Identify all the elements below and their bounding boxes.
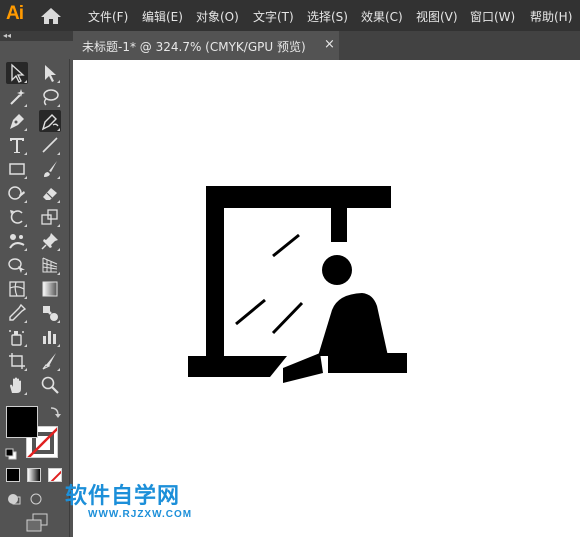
window-left-post[interactable] <box>206 186 224 356</box>
app-logo: Ai <box>6 3 24 24</box>
column-graph-icon[interactable] <box>39 326 61 348</box>
shape-builder-icon[interactable] <box>6 254 28 276</box>
line-icon[interactable] <box>39 134 61 156</box>
menu-file[interactable]: 文件(F) <box>88 8 128 25</box>
document-tab-bar: 未标题-1* @ 324.7% (CMYK/GPU 预览) × <box>73 31 580 60</box>
counter-left[interactable] <box>188 356 287 377</box>
glass-reflection-line[interactable] <box>235 298 266 326</box>
blend-icon[interactable] <box>39 302 61 324</box>
menu-bar: Ai 文件(F) 编辑(E) 对象(O) 文字(T) 选择(S) 效果(C) 视… <box>0 0 580 31</box>
arrow-solid-icon[interactable] <box>39 62 61 84</box>
draw-behind-icon[interactable] <box>28 491 44 507</box>
artboard-icon[interactable] <box>6 350 28 372</box>
menu-window[interactable]: 窗口(W) <box>470 8 515 25</box>
shaper-icon[interactable] <box>6 182 28 204</box>
gradient-icon[interactable] <box>39 278 61 300</box>
glass-reflection-line[interactable] <box>272 233 300 258</box>
close-icon[interactable]: × <box>324 37 335 52</box>
eyedropper-icon[interactable] <box>6 302 28 324</box>
color-mode-button[interactable] <box>6 468 20 482</box>
pin-icon[interactable] <box>39 230 61 252</box>
menu-effect[interactable]: 效果(C) <box>361 8 403 25</box>
zoom-icon[interactable] <box>39 374 61 396</box>
person-body[interactable] <box>318 293 388 356</box>
arrow-outline-icon[interactable] <box>6 62 28 84</box>
none-mode-button[interactable] <box>48 468 62 482</box>
document-tab-label: 未标题-1* @ 324.7% (CMYK/GPU 预览) <box>82 40 306 54</box>
menu-type[interactable]: 文字(T) <box>253 8 294 25</box>
collapse-panel-icon[interactable]: ◂◂ <box>3 31 11 41</box>
draw-normal-icon[interactable] <box>6 491 22 507</box>
gradient-mode-button[interactable] <box>27 468 41 482</box>
window-top-beam[interactable] <box>206 186 391 208</box>
mesh-icon[interactable] <box>6 278 28 300</box>
slice-icon[interactable] <box>39 350 61 372</box>
fill-swatch[interactable] <box>6 406 38 438</box>
type-icon[interactable] <box>6 134 28 156</box>
symbol-sprayer-icon[interactable] <box>6 326 28 348</box>
home-icon[interactable] <box>40 7 62 25</box>
brush-icon[interactable] <box>39 158 61 180</box>
screen-mode-icon[interactable] <box>25 513 49 533</box>
pictogram-group <box>188 186 407 383</box>
hand-icon[interactable] <box>6 374 28 396</box>
scale-icon[interactable] <box>39 206 61 228</box>
artboard-canvas[interactable] <box>73 60 580 537</box>
toolbar <box>1 59 70 537</box>
glass-reflection-line[interactable] <box>271 301 304 335</box>
window-hanging-bar[interactable] <box>331 186 347 242</box>
eraser-icon[interactable] <box>39 182 61 204</box>
watermark-title: 软件自学网 <box>65 484 181 509</box>
puppet-warp-icon[interactable] <box>6 230 28 252</box>
tools-panel-header: ◂◂ <box>0 31 73 41</box>
document-tab[interactable]: 未标题-1* @ 324.7% (CMYK/GPU 预览) × <box>73 31 339 60</box>
menu-help[interactable]: 帮助(H) <box>530 8 572 25</box>
window-person-artwork[interactable] <box>73 60 580 537</box>
menu-edit[interactable]: 编辑(E) <box>142 8 183 25</box>
swap-fill-stroke-icon[interactable] <box>49 404 61 418</box>
rectangle-icon[interactable] <box>6 158 28 180</box>
menu-object[interactable]: 对象(O) <box>196 8 239 25</box>
watermark-url: WWW.RJZXW.COM <box>88 509 193 520</box>
rotate-icon[interactable] <box>6 206 28 228</box>
lasso-icon[interactable] <box>39 86 61 108</box>
menu-select[interactable]: 选择(S) <box>307 8 348 25</box>
counter-right[interactable] <box>328 353 407 373</box>
person-head[interactable] <box>322 255 352 285</box>
curvature-pen-icon[interactable] <box>39 110 61 132</box>
default-colors-icon[interactable] <box>5 445 17 460</box>
pen-icon[interactable] <box>6 110 28 132</box>
magic-wand-icon[interactable] <box>6 86 28 108</box>
counter-middle[interactable] <box>283 353 323 383</box>
menu-view[interactable]: 视图(V) <box>416 8 458 25</box>
perspective-grid-icon[interactable] <box>39 254 61 276</box>
